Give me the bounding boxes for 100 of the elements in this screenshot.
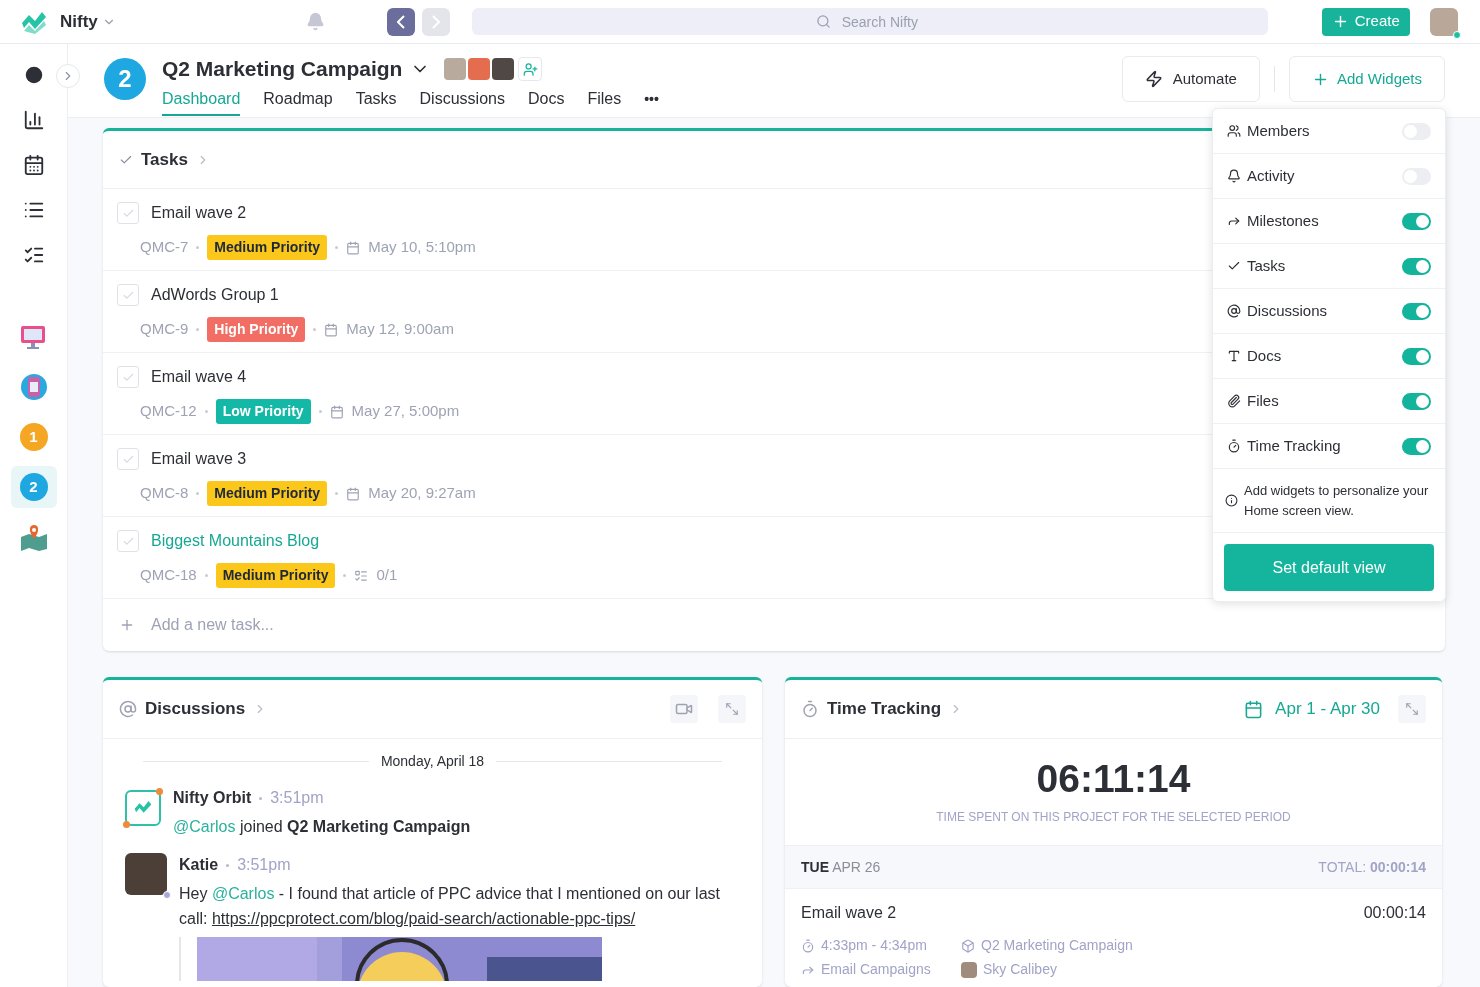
video-call-button[interactable] (670, 695, 698, 723)
search-icon (815, 14, 831, 29)
task-checkbox[interactable] (117, 448, 139, 470)
toggle-switch[interactable] (1402, 347, 1431, 365)
entry-span: 4:33pm - 4:34pm (821, 936, 927, 955)
notification-icon[interactable] (305, 12, 325, 31)
toggle-switch[interactable] (1402, 392, 1431, 410)
widget-label: Time Tracking (1247, 435, 1341, 456)
map-pin-icon[interactable] (18, 523, 49, 551)
time-caption: TIME SPENT ON THIS PROJECT FOR THE SELECTED PERIOD (936, 808, 1291, 826)
day-total: TOTAL: 00:00:14 (1318, 857, 1426, 877)
project-title: Q2 Marketing Campaign (162, 56, 403, 83)
widget-label: Members (1247, 120, 1310, 141)
tab[interactable]: Docs (527, 87, 565, 116)
card-title[interactable]: Tasks (141, 146, 188, 173)
widget-icon (1227, 304, 1241, 318)
stopwatch-icon (801, 700, 819, 718)
tab[interactable]: Files (587, 87, 622, 116)
chevron-left-icon (396, 14, 405, 29)
cube-icon (961, 938, 975, 953)
widget-option[interactable]: Tasks (1213, 244, 1445, 289)
widget-icon (1227, 259, 1241, 273)
message-time: 3:51pm (237, 855, 291, 875)
priority-tag: Medium Priority (207, 235, 328, 260)
widgets-hint: Add widgets to personalize your Home screen view. (1244, 481, 1430, 520)
widget-label: Milestones (1247, 210, 1319, 231)
widget-icon (1227, 169, 1241, 183)
task-checkbox[interactable] (117, 202, 139, 224)
toggle-switch[interactable] (1402, 302, 1431, 320)
widget-option[interactable]: Discussions (1213, 289, 1445, 334)
total-time: 06:11:14 (1036, 758, 1191, 798)
widget-icon (1227, 214, 1241, 228)
task-checkbox[interactable] (117, 284, 139, 306)
widget-option[interactable]: Docs (1213, 334, 1445, 379)
phone-icon[interactable] (19, 373, 48, 401)
task-meta: May 27, 5:00pm (351, 401, 460, 422)
widget-option[interactable]: Members (1213, 109, 1445, 154)
chart-icon[interactable] (22, 109, 45, 131)
toggle-switch[interactable] (1402, 257, 1431, 275)
message-text: Hey @Carlos - I found that article of PPC advice that I mentioned on our last call: https://ppcprotect.com/blog/paid-search/actionable-ppc-tips/ (179, 884, 721, 929)
widget-label: Activity (1247, 165, 1295, 186)
task-meta: May 20, 9:27am (368, 483, 476, 504)
task-checkbox[interactable] (117, 366, 139, 388)
expand-icon (1405, 702, 1419, 716)
entry-title[interactable]: Email wave 2 (801, 901, 897, 925)
calendar-icon (346, 486, 361, 501)
priority-tag: Medium Priority (215, 563, 336, 588)
search-field[interactable]: Search Nifty (471, 8, 1268, 35)
widget-icon (1227, 124, 1241, 138)
user-avatar[interactable] (1430, 7, 1458, 36)
calendar-icon (329, 404, 344, 419)
priority-tag: Low Priority (215, 399, 311, 424)
task-id: QMC-12 (140, 401, 197, 422)
toggle-switch[interactable] (1402, 212, 1431, 230)
tab[interactable]: Discussions (419, 87, 505, 116)
widget-icon (1227, 394, 1241, 408)
at-sign-icon (119, 700, 137, 718)
widget-label: Files (1247, 390, 1279, 411)
widget-option[interactable]: Files (1213, 379, 1445, 424)
add-user-icon (522, 61, 538, 77)
widget-option[interactable]: Milestones (1213, 199, 1445, 244)
task-title[interactable]: Email wave 3 (151, 447, 247, 471)
task-checkbox[interactable] (117, 530, 139, 552)
toggle-switch[interactable] (1402, 437, 1431, 455)
task-title[interactable]: Email wave 2 (151, 201, 247, 225)
info-icon (1225, 494, 1238, 507)
add-task-field[interactable]: Add a new task... (151, 613, 451, 637)
more-button[interactable]: ••• (644, 89, 659, 114)
widget-label: Discussions (1247, 300, 1328, 321)
task-meta: May 12, 9:00am (346, 319, 454, 340)
message-text: @Carlos joined Q2 Marketing Campaign (173, 817, 472, 837)
author-name: Katie (179, 855, 219, 875)
widget-option[interactable]: Time Tracking (1213, 424, 1445, 469)
expand-button[interactable] (718, 695, 746, 723)
tab[interactable]: Roadmap (263, 87, 333, 116)
task-title[interactable]: AdWords Group 1 (151, 283, 279, 307)
calendar-icon (324, 322, 339, 337)
task-id: QMC-8 (140, 483, 189, 504)
priority-tag: Medium Priority (207, 481, 328, 506)
task-title[interactable]: Email wave 4 (151, 365, 247, 389)
url-link[interactable]: https://ppcprotect.com/blog/paid-search/actionable-ppc-tips/ (211, 910, 636, 927)
calendar-icon[interactable] (22, 154, 45, 176)
calendar-icon (346, 240, 361, 255)
widget-icon (1227, 349, 1241, 363)
back-button[interactable] (386, 7, 415, 36)
task-meta: May 10, 5:10pm (368, 237, 476, 258)
day-label: TUE APR 26 (801, 857, 881, 877)
card-title[interactable]: Time Tracking (827, 696, 941, 722)
card-title[interactable]: Discussions (145, 696, 246, 722)
stopwatch-icon (801, 938, 815, 953)
lightning-icon (1144, 70, 1163, 88)
automate-button[interactable]: Automate (1121, 56, 1260, 102)
member-avatar[interactable] (492, 58, 515, 80)
user-avatar (961, 961, 977, 978)
workspace-name[interactable]: Nifty (60, 8, 98, 35)
widget-option[interactable]: Activity (1213, 154, 1445, 199)
calendar-icon (1244, 699, 1264, 719)
project-badge: 2 (104, 58, 146, 100)
tab[interactable]: Tasks (355, 87, 397, 116)
expand-button[interactable] (1398, 695, 1426, 723)
